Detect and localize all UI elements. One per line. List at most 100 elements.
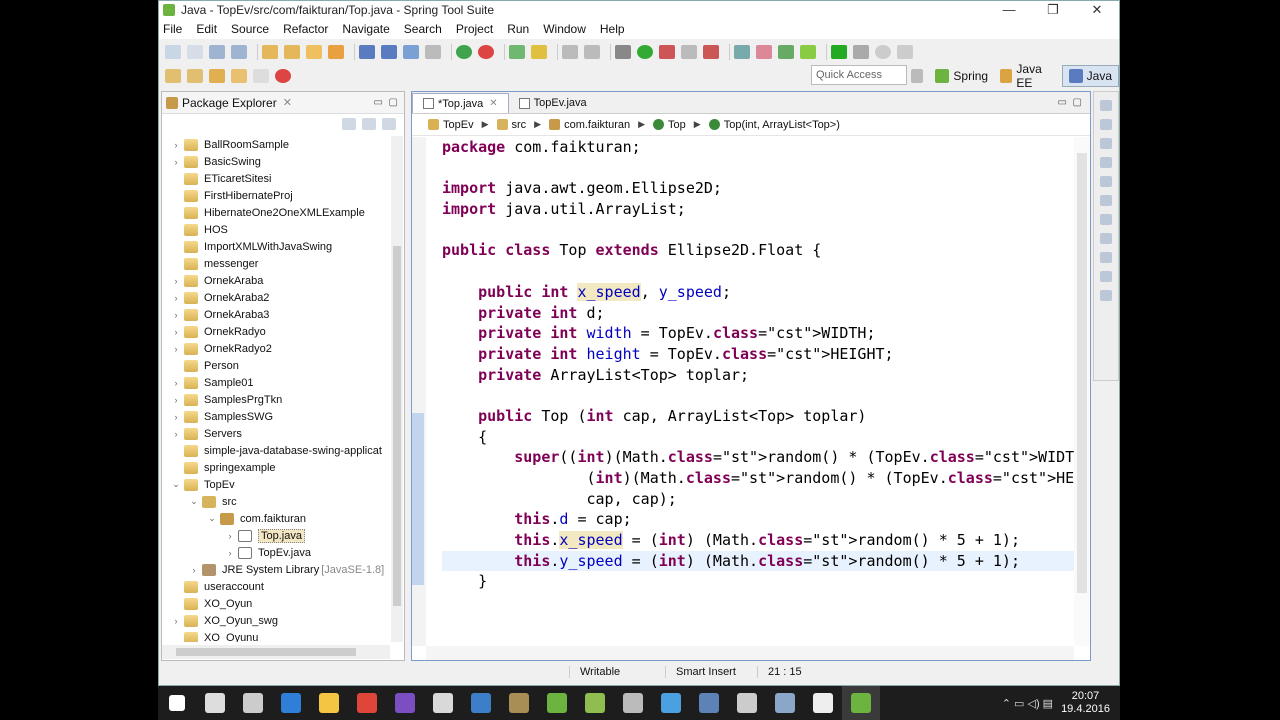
tree-item[interactable]: › OrnekAraba3: [162, 306, 390, 323]
taskbar-tools-button[interactable]: [614, 686, 652, 720]
taskbar-postgres-button[interactable]: [690, 686, 728, 720]
breadcrumb-src[interactable]: src: [496, 119, 526, 131]
chevron-right-icon[interactable]: ›: [170, 327, 182, 337]
spring-explorer-icon[interactable]: [1100, 195, 1112, 206]
menu-window[interactable]: Window: [543, 22, 586, 36]
taskbar-edit-button[interactable]: [728, 686, 766, 720]
restore-icon[interactable]: [1100, 176, 1112, 187]
close-button[interactable]: ✕: [1075, 2, 1119, 18]
chevron-down-icon[interactable]: ⌄: [188, 496, 200, 507]
code-line[interactable]: }: [442, 571, 1074, 592]
perspective-java-ee[interactable]: Java EE: [994, 62, 1062, 90]
taskbar-android-button[interactable]: [576, 686, 614, 720]
tree-item[interactable]: ⌄ src: [162, 493, 390, 510]
code-line[interactable]: this.x_speed = (int) (Math.class="st">ra…: [442, 530, 1074, 551]
terminal-icon[interactable]: [381, 45, 397, 59]
menu-refactor[interactable]: Refactor: [283, 22, 328, 36]
tree-item[interactable]: HOS: [162, 221, 390, 238]
code-line[interactable]: {: [442, 427, 1074, 448]
menu-project[interactable]: Project: [456, 22, 493, 36]
code-line[interactable]: this.y_speed = (int) (Math.class="st">ra…: [442, 550, 1074, 572]
code-line[interactable]: this.d = cap;: [442, 509, 1074, 530]
tree-item[interactable]: ⌄ TopEv: [162, 476, 390, 493]
tree-item[interactable]: › OrnekAraba: [162, 272, 390, 289]
tab-top-java[interactable]: *Top.java ✕: [412, 93, 509, 113]
tree-item[interactable]: › SamplesSWG: [162, 408, 390, 425]
chevron-right-icon[interactable]: ›: [170, 140, 182, 150]
console-icon[interactable]: [359, 45, 375, 59]
code-line[interactable]: import java.awt.geom.Ellipse2D;: [442, 178, 1074, 199]
code-line[interactable]: private ArrayList<Top> toplar;: [442, 365, 1074, 386]
tree-item[interactable]: simple-java-database-swing-applicat: [162, 442, 390, 459]
code-line[interactable]: [442, 261, 1074, 282]
taskbar-network-button[interactable]: [652, 686, 690, 720]
source-code[interactable]: package com.faikturan; import java.awt.ge…: [442, 137, 1074, 592]
folder-icon[interactable]: [328, 45, 344, 59]
menu-navigate[interactable]: Navigate: [342, 22, 389, 36]
code-line[interactable]: public Top (int cap, ArrayList<Top> topl…: [442, 406, 1074, 427]
open-perspective-icon[interactable]: [911, 69, 924, 83]
menu-source[interactable]: Source: [231, 22, 269, 36]
forward-icon[interactable]: [253, 69, 269, 83]
spinner-icon[interactable]: [275, 69, 291, 83]
tree-item[interactable]: › Top.java: [162, 527, 390, 544]
maven-icon[interactable]: [800, 45, 816, 59]
back-icon[interactable]: [231, 69, 247, 83]
code-line[interactable]: (int)(Math.class="st">random() * (TopEv.…: [442, 468, 1074, 489]
horizontal-scrollbar[interactable]: [162, 645, 390, 659]
tree-item[interactable]: › BallRoomSample: [162, 136, 390, 153]
tree-item[interactable]: ETicaretSitesi: [162, 170, 390, 187]
server-icon[interactable]: [703, 45, 719, 59]
chevron-down-icon[interactable]: ⌄: [170, 479, 182, 490]
menu-edit[interactable]: Edit: [196, 22, 217, 36]
menu-run[interactable]: Run: [507, 22, 529, 36]
external-tools-icon[interactable]: [681, 45, 697, 59]
taskbar-explorer-button[interactable]: [310, 686, 348, 720]
toggle-mark-icon[interactable]: [509, 45, 525, 59]
code-line[interactable]: super((int)(Math.class="st">random() * (…: [442, 447, 1074, 468]
stop-icon[interactable]: [478, 45, 494, 59]
debug-icon[interactable]: [615, 45, 631, 59]
new-icon[interactable]: [165, 45, 181, 59]
restore-icon[interactable]: [1100, 214, 1112, 225]
close-tab-icon[interactable]: ✕: [489, 98, 497, 109]
perspective-java[interactable]: Java: [1061, 65, 1119, 87]
chevron-right-icon[interactable]: ›: [224, 548, 236, 558]
tree-item[interactable]: › XO_Oyun_swg: [162, 612, 390, 629]
taskbar-chrome-button[interactable]: [348, 686, 386, 720]
task-list-icon[interactable]: [1100, 119, 1112, 130]
breadcrumb-method[interactable]: Top(int, ArrayList<Top>): [708, 119, 840, 131]
tree-item[interactable]: springexample: [162, 459, 390, 476]
overview-ruler[interactable]: [1074, 137, 1090, 646]
taskbar-visual-studio-button[interactable]: [386, 686, 424, 720]
code-line[interactable]: public class Top extends Ellipse2D.Float…: [442, 240, 1074, 261]
tree-item[interactable]: › SamplesPrgTkn: [162, 391, 390, 408]
chevron-right-icon[interactable]: ›: [170, 429, 182, 439]
code-line[interactable]: package com.faikturan;: [442, 137, 1074, 158]
code-line[interactable]: cap, cap);: [442, 489, 1074, 510]
collapse-all-icon[interactable]: [342, 118, 356, 130]
taskbar-spring-active-button[interactable]: [842, 686, 880, 720]
tree-item[interactable]: FirstHibernateProj: [162, 187, 390, 204]
console-icon[interactable]: [1100, 290, 1112, 301]
code-line[interactable]: [442, 158, 1074, 179]
search-icon[interactable]: [734, 45, 750, 59]
tree-item[interactable]: › OrnekAraba2: [162, 289, 390, 306]
disconnect-icon[interactable]: [897, 45, 913, 59]
vertical-scrollbar[interactable]: [391, 136, 403, 642]
taskbar-search-button[interactable]: [196, 686, 234, 720]
chevron-right-icon[interactable]: ›: [170, 293, 182, 303]
refresh-icon[interactable]: [778, 45, 794, 59]
chevron-down-icon[interactable]: ⌄: [206, 513, 218, 524]
chevron-right-icon[interactable]: ›: [170, 378, 182, 388]
tree-item[interactable]: › OrnekRadyo2: [162, 340, 390, 357]
taskbar-eraser-button[interactable]: [804, 686, 842, 720]
tree-item[interactable]: › OrnekRadyo: [162, 323, 390, 340]
minimize-button[interactable]: —: [987, 2, 1031, 18]
previous-annotation-icon[interactable]: [187, 69, 203, 83]
open-type-icon[interactable]: [262, 45, 278, 59]
taskbar-start-button[interactable]: [158, 686, 196, 720]
code-area[interactable]: package com.faikturan; import java.awt.ge…: [412, 137, 1074, 646]
tree-item[interactable]: › JRE System Library [JavaSE-1.8]: [162, 561, 390, 578]
menu-search[interactable]: Search: [404, 22, 442, 36]
